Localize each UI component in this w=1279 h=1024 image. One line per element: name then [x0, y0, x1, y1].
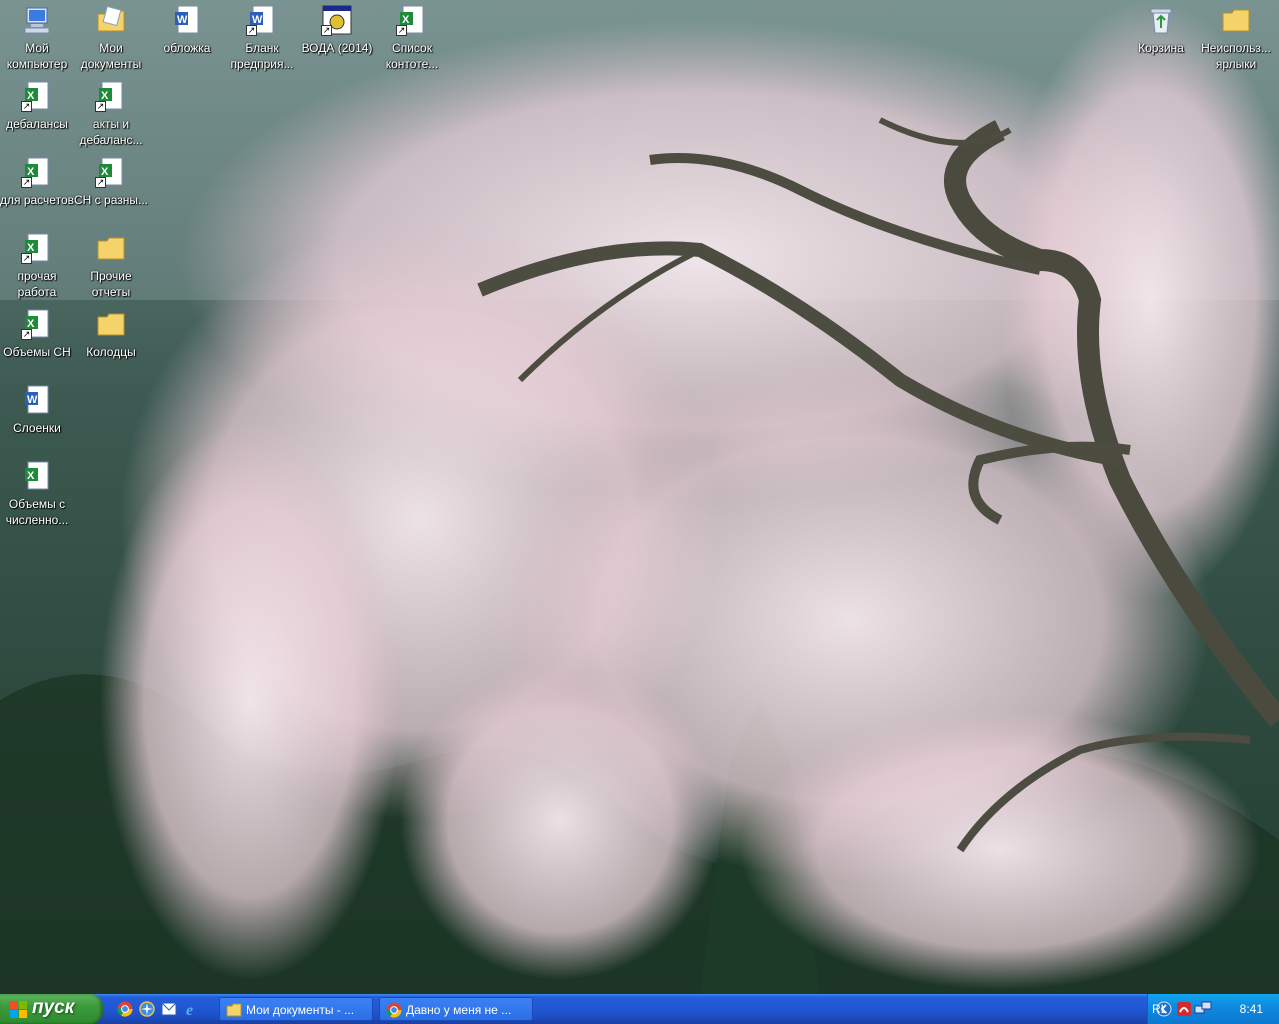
excel-shortcut-icon: X ↗ — [21, 308, 53, 340]
desktop-icon-unused-shortcuts[interactable]: Неиспольз... ярлыки — [1199, 4, 1273, 72]
antivirus-icon[interactable] — [1176, 1001, 1192, 1017]
cherry-blossom-wallpaper — [0, 0, 1279, 994]
svg-text:W: W — [177, 14, 188, 26]
excel-shortcut-icon: X ↗ — [95, 80, 127, 112]
desktop-icon-sn-s-razny[interactable]: X ↗ СН с разны... — [74, 156, 148, 208]
svg-text:e: e — [186, 1002, 193, 1017]
desktop[interactable]: Мой компьютер Мои документы W обложка W … — [0, 0, 1279, 994]
taskbar-button-my-documents[interactable]: Мои документы - ... — [219, 997, 373, 1021]
program-shortcut-icon: ↗ — [321, 4, 353, 36]
desktop-icon-dlya-raschetov[interactable]: X ↗ для расчетов — [0, 156, 74, 208]
desktop-icon-my-computer[interactable]: Мой компьютер — [0, 4, 74, 72]
word-document-icon: W ↗ — [246, 4, 278, 36]
taskbar-button-chrome[interactable]: Давно у меня не ... — [379, 997, 533, 1021]
excel-shortcut-icon: X ↗ — [95, 156, 127, 188]
chrome-icon — [386, 1002, 402, 1018]
excel-shortcut-icon: X ↗ — [21, 156, 53, 188]
excel-document-icon: X ↗ — [396, 4, 428, 36]
windows-logo-icon — [10, 1001, 27, 1018]
folder-icon — [95, 232, 127, 264]
my-documents-icon — [95, 4, 127, 36]
folder-icon — [95, 308, 127, 340]
desktop-icon-prochie-otchety[interactable]: Прочие отчеты — [74, 232, 148, 300]
ie-icon[interactable]: e — [185, 1001, 201, 1019]
folder-icon — [1220, 4, 1252, 36]
desktop-icon-akty[interactable]: X ↗ акты и дебаланс... — [74, 80, 148, 148]
desktop-icon-debalansy[interactable]: X ↗ дебалансы — [0, 80, 74, 132]
desktop-icon-obemy-sn[interactable]: X ↗ Объемы СН — [0, 308, 74, 360]
start-label: пуск — [32, 997, 75, 1018]
excel-document-icon: X — [21, 460, 53, 492]
taskbar-button-label: Давно у меня не ... — [406, 1003, 512, 1017]
desktop-icon-sloenki[interactable]: W Слоенки — [0, 384, 74, 436]
svg-text:X: X — [27, 470, 35, 482]
browser-icon[interactable] — [139, 1001, 155, 1017]
outlook-icon[interactable] — [161, 1001, 177, 1017]
desktop-icon-kolodcy[interactable]: Колодцы — [74, 308, 148, 360]
recycle-bin-icon — [1145, 4, 1177, 36]
taskbar-button-label: Мои документы - ... — [246, 1003, 355, 1017]
desktop-icon-my-documents[interactable]: Мои документы — [74, 4, 148, 72]
desktop-icon-prochaya-rabota[interactable]: X ↗ прочая работа — [0, 232, 74, 300]
desktop-icon-obemy-s-chislenno[interactable]: X Объемы с численно... — [0, 460, 74, 528]
word-document-icon: W — [21, 384, 53, 416]
excel-shortcut-icon: X ↗ — [21, 232, 53, 264]
desktop-icon-oblozhka[interactable]: W обложка — [150, 4, 224, 56]
desktop-icon-voda[interactable]: ↗ ВОДА (2014) — [300, 4, 374, 56]
desktop-icon-recycle-bin[interactable]: Корзина — [1124, 4, 1198, 56]
my-computer-icon — [21, 4, 53, 36]
word-document-icon: W — [171, 4, 203, 36]
language-indicator[interactable]: RL — [1152, 1002, 1167, 1016]
folder-icon — [226, 1002, 242, 1018]
chrome-icon[interactable] — [117, 1001, 133, 1017]
start-button[interactable]: пуск — [0, 994, 103, 1024]
excel-shortcut-icon: X ↗ — [21, 80, 53, 112]
clock[interactable]: 8:41 — [1240, 1002, 1263, 1016]
desktop-icon-spisok[interactable]: X ↗ Список контоте... — [375, 4, 449, 72]
svg-text:W: W — [27, 394, 38, 406]
desktop-icon-blank[interactable]: W ↗ Бланк предприя... — [225, 4, 299, 72]
network-icon[interactable] — [1194, 1001, 1212, 1017]
taskbar[interactable]: пуск e Мои документы - ... Давно у меня … — [0, 994, 1279, 1024]
